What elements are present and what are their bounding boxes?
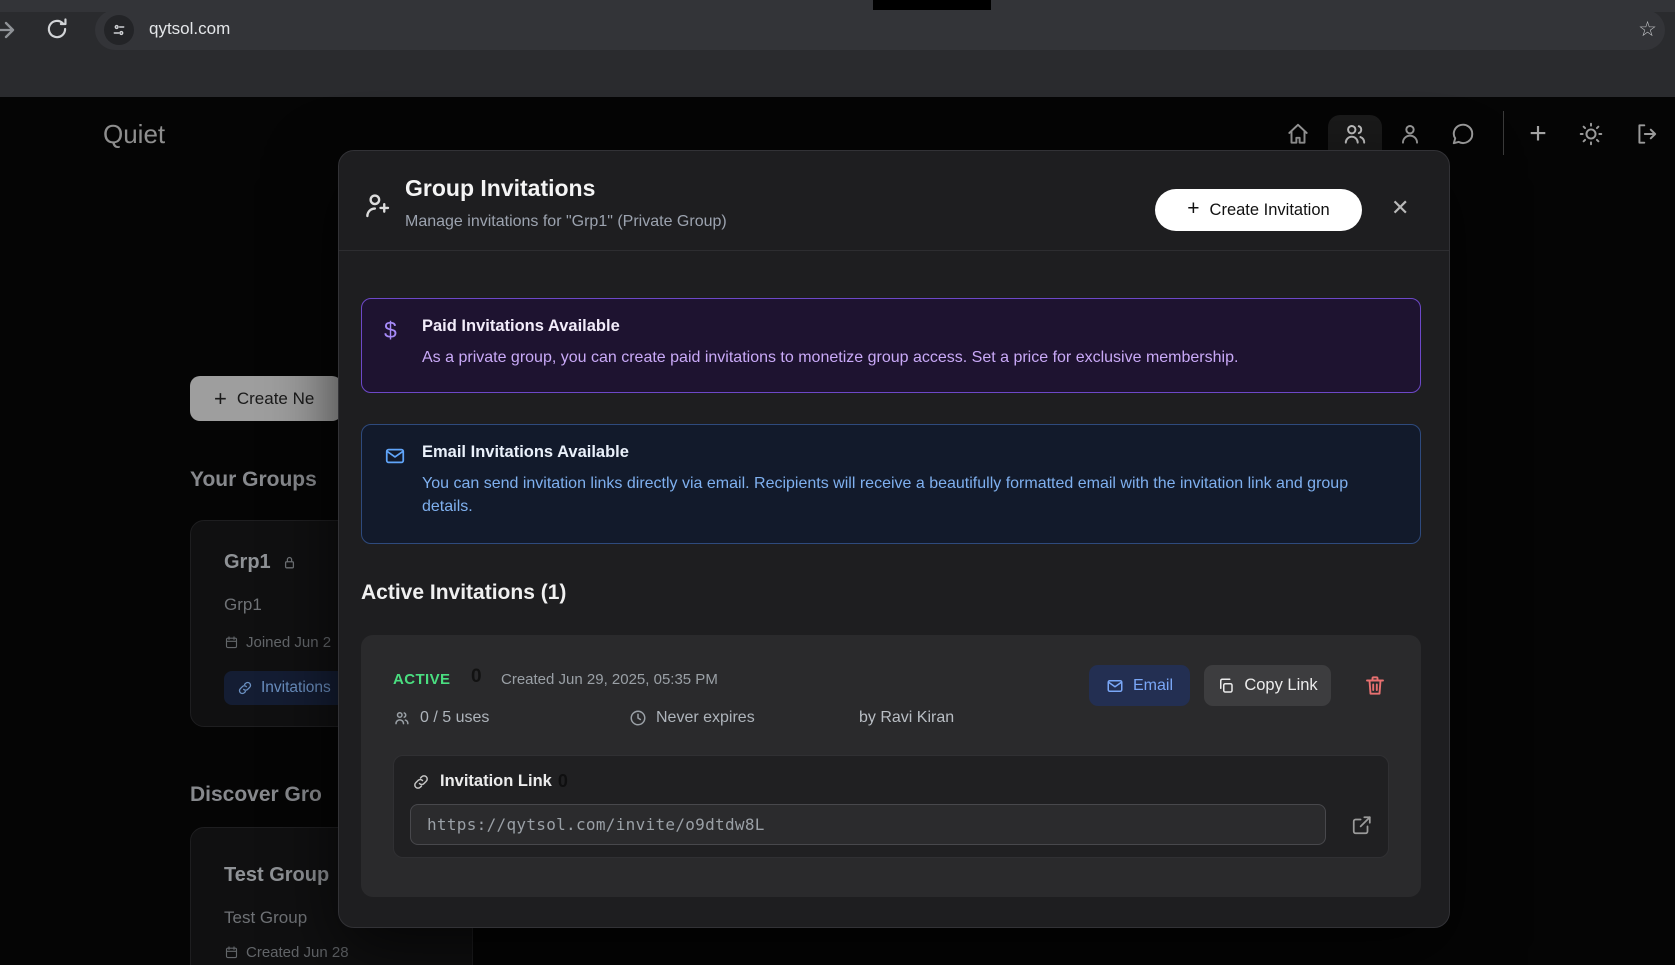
chat-icon[interactable] <box>1450 121 1476 147</box>
paid-invitations-banner: $ Paid Invitations Available As a privat… <box>361 298 1421 393</box>
copy-link-button[interactable]: Copy Link <box>1204 665 1331 706</box>
group-card-title: Grp1 <box>224 551 298 574</box>
group-card-joined: Joined Jun 2 <box>224 634 331 651</box>
email-banner-title: Email Invitations Available <box>422 443 629 461</box>
invitation-link-box: Invitation Link 0 <box>393 755 1389 858</box>
url-bar[interactable]: qytsol.com ☆ <box>95 10 1665 50</box>
email-invitations-banner: Email Invitations Available You can send… <box>361 424 1421 544</box>
invitation-link-label: Invitation Link <box>440 772 552 790</box>
discover-groups-heading: Discover Gro <box>190 783 322 806</box>
app-logo[interactable]: Quiet <box>103 119 165 150</box>
invitation-card: ACTIVE 0 Created Jun 29, 2025, 05:35 PM … <box>361 635 1421 897</box>
invitation-created-text: Created Jun 29, 2025, 05:35 PM <box>501 671 718 688</box>
uses-count: 0 / 5 uses <box>393 709 489 727</box>
status-badge: ACTIVE <box>393 671 451 688</box>
bookmark-star-icon[interactable]: ☆ <box>1638 17 1657 43</box>
paid-banner-title: Paid Invitations Available <box>422 317 620 335</box>
envelope-icon <box>1106 677 1124 695</box>
plus-icon: + <box>1187 197 1200 220</box>
add-icon[interactable]: + <box>1524 119 1552 149</box>
expiry-text: Never expires <box>629 709 755 727</box>
link-icon <box>237 680 253 696</box>
paid-banner-description: As a private group, you can create paid … <box>422 349 1239 366</box>
email-banner-description: You can send invitation links directly v… <box>422 475 1349 515</box>
group-invitations-modal: Group Invitations Manage invitations for… <box>338 150 1450 928</box>
profile-icon[interactable] <box>1397 121 1423 147</box>
discover-card-subtitle: Test Group <box>224 908 308 927</box>
invitation-author: by Ravi Kiran <box>859 709 955 726</box>
theme-sun-icon[interactable] <box>1578 121 1604 147</box>
users-icon <box>393 709 411 727</box>
create-new-group-button[interactable]: + Create Ne <box>190 376 342 421</box>
home-icon[interactable] <box>1285 121 1311 147</box>
discover-card-created: Created Jun 28 <box>224 944 349 961</box>
invitations-link-label: Invitations <box>261 679 331 696</box>
create-invitation-label: Create Invitation <box>1209 200 1330 219</box>
modal-title: Group Invitations <box>405 175 596 201</box>
invitation-count-badge: 0 <box>471 666 482 687</box>
url-text[interactable]: qytsol.com <box>149 19 230 39</box>
create-invitation-button[interactable]: + Create Invitation <box>1155 189 1362 231</box>
clock-icon <box>629 709 647 727</box>
header-divider <box>1503 111 1504 155</box>
invitation-link-input[interactable] <box>410 804 1326 845</box>
screen: qytsol.com ☆ Quiet + + Create Ne Your Gr… <box>0 0 1675 965</box>
group-card-subtitle: Grp1 <box>224 595 262 614</box>
discover-card-title: Test Group <box>224 864 330 886</box>
close-icon[interactable]: ✕ <box>1391 195 1409 221</box>
external-link-icon[interactable] <box>1351 814 1373 836</box>
copy-icon <box>1217 677 1235 695</box>
groups-icon[interactable] <box>1342 121 1368 147</box>
plus-icon: + <box>214 385 227 411</box>
reload-icon[interactable] <box>44 16 70 42</box>
invitations-link[interactable]: Invitations <box>224 671 347 705</box>
calendar-icon <box>224 945 239 960</box>
lock-icon <box>281 554 298 571</box>
your-groups-heading: Your Groups <box>190 468 317 491</box>
dollar-icon: $ <box>384 317 397 343</box>
user-plus-icon <box>363 191 393 221</box>
delete-trash-icon[interactable] <box>1363 673 1387 698</box>
copy-link-label: Copy Link <box>1244 676 1318 694</box>
forward-icon[interactable] <box>0 16 20 44</box>
browser-chrome: qytsol.com ☆ <box>0 0 1675 97</box>
calendar-icon <box>224 635 239 650</box>
link-count-badge: 0 <box>557 771 568 791</box>
email-button[interactable]: Email <box>1089 665 1190 706</box>
envelope-icon <box>384 444 406 468</box>
active-invitations-heading: Active Invitations (1) <box>361 581 567 604</box>
email-button-label: Email <box>1132 676 1173 694</box>
create-group-label: Create Ne <box>236 388 315 408</box>
link-icon <box>412 773 430 791</box>
site-settings-icon[interactable] <box>104 15 134 45</box>
modal-header: Group Invitations Manage invitations for… <box>339 151 1449 251</box>
modal-subtitle: Manage invitations for "Grp1" (Private G… <box>405 213 727 230</box>
logout-icon[interactable] <box>1634 121 1660 147</box>
